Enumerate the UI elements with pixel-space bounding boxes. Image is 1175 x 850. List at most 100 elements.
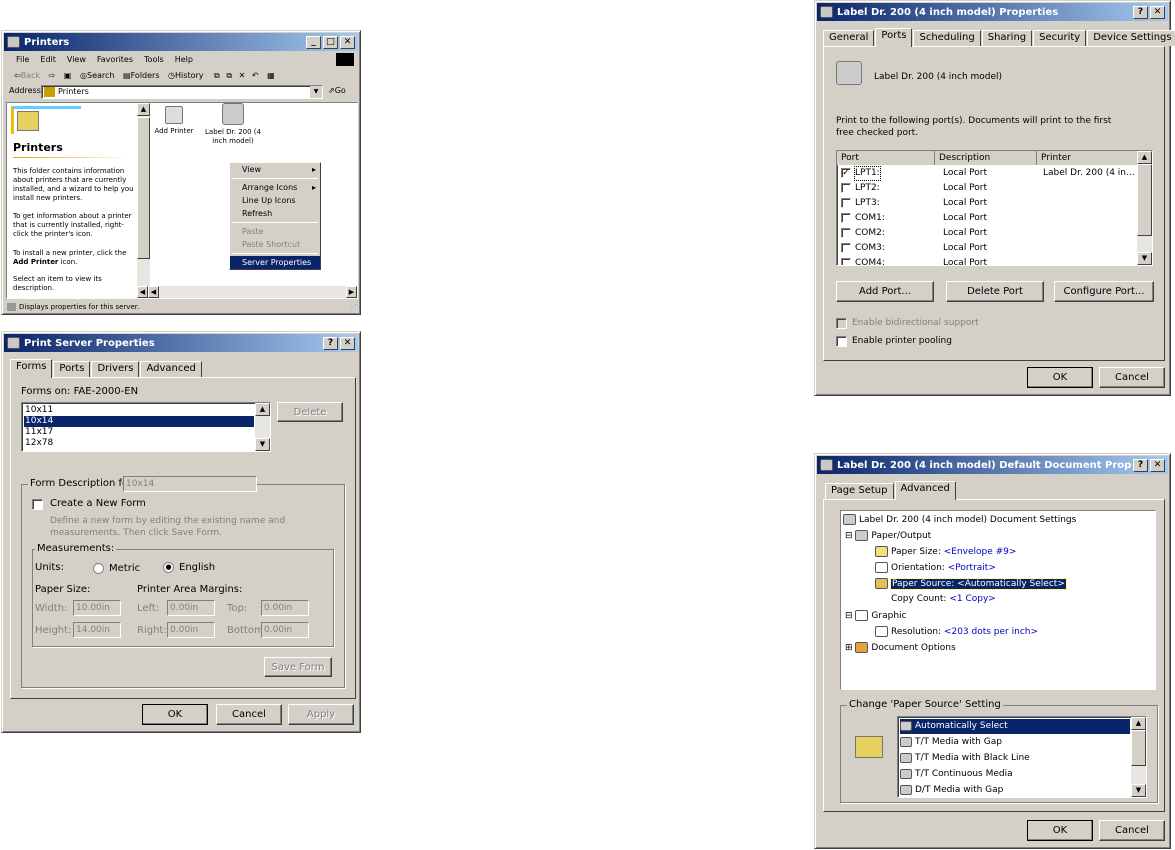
forms-scrollbar[interactable]: ▲ ▼ (255, 403, 270, 451)
source-list[interactable]: Automatically Select T/T Media with Gap T/… (897, 716, 1147, 798)
bidirectional-checkbox[interactable] (836, 318, 847, 329)
port-checkbox[interactable] (841, 258, 851, 265)
width-field[interactable]: 10.00in (73, 600, 121, 616)
cancel-button[interactable]: Cancel (1099, 367, 1165, 388)
scroll-up-arrow-icon[interactable]: ▲ (1137, 151, 1152, 164)
configure-port-button[interactable]: Configure Port... (1054, 281, 1154, 302)
close-button[interactable]: ✕ (1150, 5, 1165, 19)
ports-list[interactable]: Port Description Printer ✓ LPT1: Local Por… (836, 150, 1153, 266)
context-view[interactable]: View ▸ (230, 163, 320, 176)
tree-root[interactable]: Label Dr. 200 (4 inch model) Document Se… (843, 514, 1076, 525)
port-checkbox[interactable] (841, 243, 851, 253)
scroll-down-arrow-icon[interactable]: ▼ (1131, 784, 1146, 797)
scroll-down-arrow-icon[interactable]: ▼ (1137, 252, 1152, 265)
height-field[interactable]: 14.00in (73, 622, 121, 638)
port-row[interactable]: COM2: Local Port (839, 227, 1137, 240)
ok-button[interactable]: OK (142, 704, 208, 725)
folders-button[interactable]: Folders (131, 71, 160, 80)
delete-port-button[interactable]: Delete Port (946, 281, 1044, 302)
source-item[interactable]: T/T Media with Gap (900, 735, 1130, 750)
metric-radio[interactable] (93, 563, 104, 574)
horizontal-scrollbar[interactable]: ◀ ◀ ▶ (137, 286, 357, 298)
settings-tree[interactable]: Label Dr. 200 (4 inch model) Document Se… (840, 510, 1156, 690)
source-item[interactable]: T/T Continuous Media (900, 767, 1130, 782)
source-item[interactable]: T/T Media with Black Line (900, 751, 1130, 766)
help-button[interactable]: ? (323, 336, 338, 350)
menu-file[interactable]: File (16, 52, 29, 67)
bottom-field[interactable]: 0.00in (261, 622, 309, 638)
tab-security[interactable]: Security (1033, 30, 1087, 46)
tab-drivers[interactable]: Drivers (91, 361, 140, 377)
port-checkbox[interactable]: ✓ (841, 168, 851, 178)
tree-paper-output[interactable]: ⊟ Paper/Output (845, 530, 931, 541)
views-icon[interactable]: ▦ (267, 71, 275, 80)
delete-button[interactable]: Delete (277, 402, 343, 422)
forward-icon[interactable]: ⇨ (49, 71, 56, 80)
cancel-button[interactable]: Cancel (216, 704, 282, 725)
column-printer[interactable]: Printer (1041, 151, 1071, 165)
tab-ports[interactable]: Ports (53, 361, 91, 377)
list-item[interactable]: 12x78 (24, 437, 254, 450)
tab-advanced[interactable]: Advanced (894, 481, 956, 500)
collapse-icon[interactable]: ⊟ (845, 611, 853, 621)
cancel-button[interactable]: Cancel (1099, 820, 1165, 841)
tab-device-settings[interactable]: Device Settings (1087, 30, 1175, 46)
copy-to-icon[interactable]: ⧉ (226, 71, 232, 80)
webview-scrollbar[interactable]: ▲ (137, 103, 150, 286)
tab-forms[interactable]: Forms (10, 359, 53, 378)
context-arrange-icons[interactable]: Arrange Icons ▸ (230, 181, 320, 194)
context-line-up-icons[interactable]: Line Up Icons (230, 194, 320, 207)
expand-icon[interactable]: ⊞ (845, 643, 853, 653)
context-server-properties[interactable]: Server Properties (230, 256, 320, 269)
port-row[interactable]: COM4: Local Port (839, 257, 1137, 265)
close-button[interactable]: ✕ (340, 35, 355, 49)
port-checkbox[interactable] (841, 228, 851, 238)
undo-icon[interactable]: ↶ (252, 71, 259, 80)
source-scrollbar[interactable]: ▲ ▼ (1131, 717, 1146, 797)
right-field[interactable]: 0.00in (167, 622, 215, 638)
port-row[interactable]: ✓ LPT1: Local Port Label Dr. 200 (4 in... (839, 166, 1137, 181)
ports-scrollbar[interactable]: ▲ ▼ (1137, 151, 1152, 265)
tab-page-setup[interactable]: Page Setup (825, 483, 894, 499)
tab-ports[interactable]: Ports (875, 28, 913, 47)
back-button[interactable]: Back (21, 71, 40, 80)
port-row[interactable]: LPT3: Local Port (839, 197, 1137, 210)
forms-list[interactable]: 10x11 10x14 11x17 12x78 ▲ ▼ (21, 402, 271, 452)
menu-tools[interactable]: Tools (144, 52, 164, 67)
tree-resolution[interactable]: Resolution: <203 dots per inch> (875, 626, 1038, 637)
minimize-button[interactable]: _ (306, 35, 321, 49)
context-paste-shortcut[interactable]: Paste Shortcut (230, 238, 320, 251)
scroll-up-arrow-icon[interactable]: ▲ (137, 103, 150, 116)
column-description[interactable]: Description (939, 151, 1037, 165)
tab-advanced[interactable]: Advanced (140, 361, 202, 377)
up-folder-icon[interactable]: ▣ (64, 71, 72, 80)
tree-orientation[interactable]: Orientation: <Portrait> (875, 562, 996, 573)
resize-grip-icon[interactable]: ⋰ (350, 301, 357, 313)
label-dr-printer-item[interactable]: Label Dr. 200 (4 inch model) (205, 103, 261, 146)
collapse-icon[interactable]: ⊟ (845, 531, 853, 541)
menu-help[interactable]: Help (175, 52, 193, 67)
tab-general[interactable]: General (823, 30, 875, 46)
scroll-up-arrow-icon[interactable]: ▲ (1131, 717, 1146, 730)
column-port[interactable]: Port (841, 151, 935, 165)
search-button[interactable]: Search (87, 71, 114, 80)
address-input[interactable]: Printers ▼ (41, 85, 323, 99)
ok-button[interactable]: OK (1027, 820, 1093, 841)
port-checkbox[interactable] (841, 183, 851, 193)
delete-icon[interactable]: ✕ (239, 71, 246, 80)
tab-scheduling[interactable]: Scheduling (913, 30, 981, 46)
dropdown-arrow-icon[interactable]: ▼ (310, 86, 322, 98)
tab-sharing[interactable]: Sharing (981, 30, 1033, 46)
english-radio[interactable]: ● (163, 562, 174, 573)
close-button[interactable]: ✕ (1150, 458, 1165, 472)
close-button[interactable]: ✕ (340, 336, 355, 350)
menu-favorites[interactable]: Favorites (97, 52, 133, 67)
scroll-up-arrow-icon[interactable]: ▲ (255, 403, 270, 416)
scroll-thumb[interactable] (137, 117, 150, 259)
tree-paper-source[interactable]: Paper Source: <Automatically Select> (875, 578, 1067, 590)
printer-pooling-checkbox[interactable] (836, 336, 847, 347)
left-field[interactable]: 0.00in (167, 600, 215, 616)
scroll-down-arrow-icon[interactable]: ▼ (255, 438, 270, 451)
scroll-right-arrow-icon[interactable]: ▶ (346, 286, 357, 298)
menu-view[interactable]: View (67, 52, 86, 67)
